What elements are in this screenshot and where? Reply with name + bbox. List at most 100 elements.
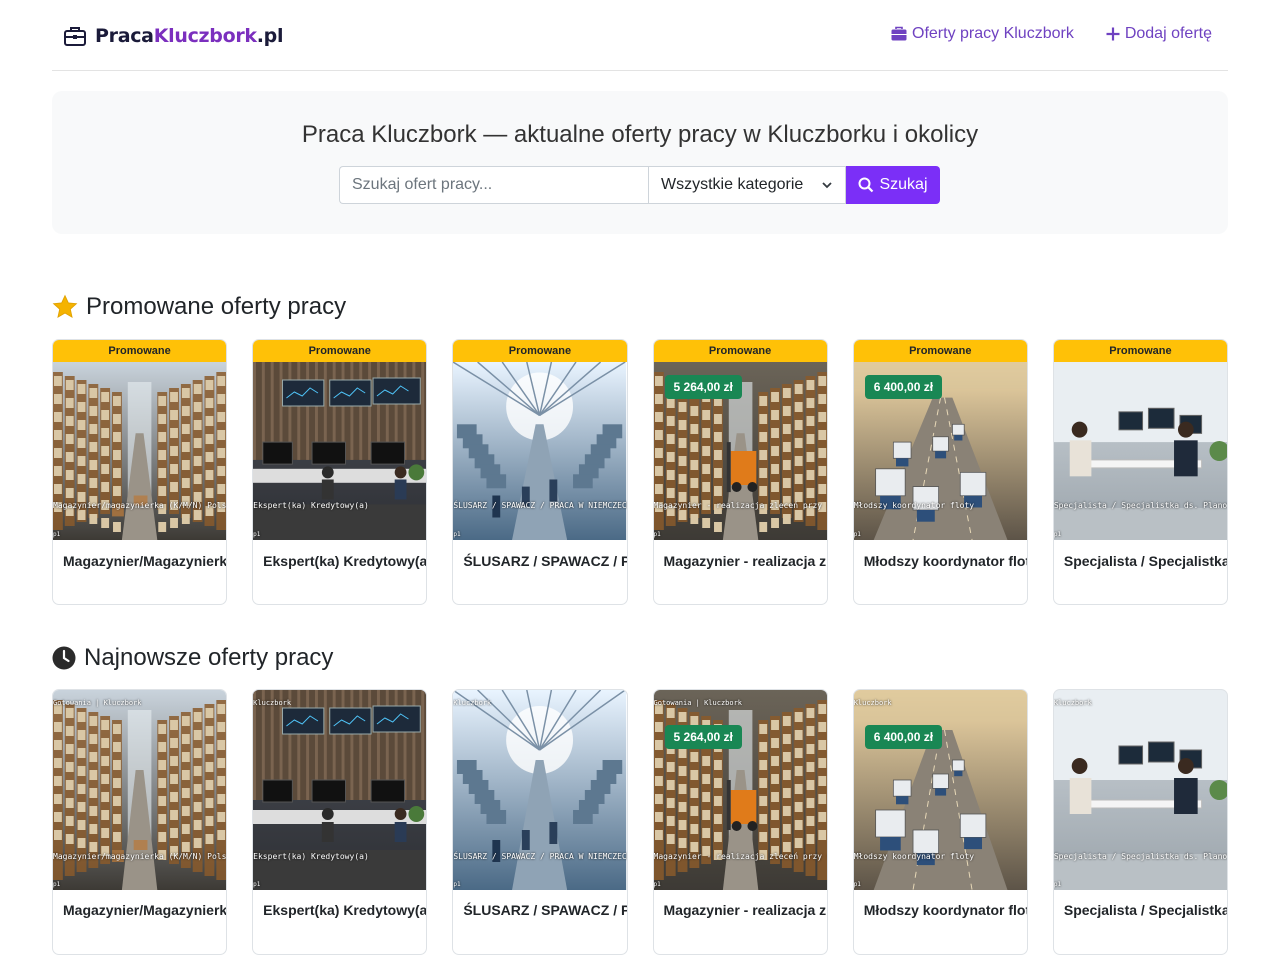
salary-badge: 5 264,00 zł [664, 375, 742, 399]
promoted-badge: Promowane [453, 340, 627, 362]
salary-badge: 6 400,00 zł [864, 375, 943, 399]
job-card[interactable]: Gotowania | Kluczbork 5 264,00 zł Magazyni… [652, 689, 828, 955]
job-card-title[interactable]: ŚLUSARZ / SPAWACZ / PRACA W NIEMCZECH [463, 902, 626, 918]
job-card[interactable]: Promowane Magazynier/magazynierka (K/M/N)… [52, 339, 228, 605]
job-card-image: Kluczbork ŚLUSARZ / SPAWACZ / PRACA W NIE… [453, 690, 627, 890]
search-form: Wszystkie kategorie Szukaj [339, 166, 940, 204]
job-card-image-footer: p1 [253, 881, 261, 888]
job-card-image-caption: Młodszy koordynator floty [853, 501, 975, 510]
page-title: Praca Kluczbork — aktualne oferty pracy … [301, 121, 979, 148]
job-card-image: Specjalista / Specjalistka ds. Planowani… [1053, 362, 1228, 540]
site-logo-text: PracaKluczbork.pl [95, 25, 283, 47]
job-card-image: Gotowania | Kluczbork Magazynier/magazyni… [53, 690, 227, 890]
job-card-image: Kluczbork Specjalista / Specjalistka ds. … [1053, 690, 1228, 890]
job-card-image-footer: p1 [53, 531, 61, 538]
job-card-image-footer: p1 [853, 531, 861, 538]
job-card[interactable]: Promowane Specjalista / Specjalistka ds. … [1052, 339, 1229, 605]
hero-search-panel: Praca Kluczbork — aktualne oferty pracy … [52, 91, 1228, 234]
job-card-image-caption: Młodszy koordynator floty [853, 852, 975, 861]
search-input[interactable] [339, 166, 648, 204]
promoted-badge: Promowane [853, 340, 1027, 362]
job-card-title[interactable]: Magazynier - realizacja zleceń [664, 553, 827, 569]
salary-badge: 6 400,00 zł [864, 725, 943, 749]
job-card-title[interactable]: ŚLUSARZ / SPAWACZ / PRACA W NIEMCZECH [463, 553, 626, 569]
search-button-label: Szukaj [879, 176, 928, 193]
latest-offers-grid: Gotowania | Kluczbork Magazynier/magazyni… [52, 689, 1229, 955]
job-card-title[interactable]: Specjalista / Specjalistka ds. Planowani… [1064, 902, 1227, 918]
job-card[interactable]: Promowane Ekspert(ka) Kredytowy(a) p1 Ekspe… [252, 339, 428, 605]
job-card-image-caption: Magazynier - realizacja zleceń przy sort… [653, 501, 827, 510]
job-card-image-location: Kluczbork [853, 699, 892, 707]
job-card[interactable]: Kluczbork 6 400,00 zł Młodszy koordynator … [852, 689, 1028, 955]
logo-part-praca: Praca [95, 25, 154, 47]
nav-add-offer-link[interactable]: Dodaj ofertę [1106, 22, 1212, 46]
job-card[interactable]: Promowane 5 264,00 zł Magazynier - realiza… [652, 339, 828, 605]
job-card-image-footer: p1 [653, 881, 661, 888]
site-header: PracaKluczbork.pl Oferty pracy Kluczbork… [52, 0, 1228, 71]
job-card[interactable]: Kluczbork Ekspert(ka) Kredytowy(a) p1 Ekspe… [252, 689, 428, 955]
promoted-badge: Promowane [653, 340, 827, 362]
job-card[interactable]: Promowane ŚLUSARZ / SPAWACZ / PRACA W NIE… [452, 339, 628, 605]
promoted-badge: Promowane [53, 340, 227, 362]
job-card-image-caption: Magazynier/magazynierka (K/M/N) Polskie … [53, 852, 227, 861]
job-card-title[interactable]: Magazynier/Magazynierka (K/M/N) [63, 553, 226, 569]
promoted-offers-grid: Promowane Magazynier/magazynierka (K/M/N)… [52, 339, 1229, 605]
nav-add-offer-label: Dodaj ofertę [1124, 25, 1212, 42]
clock-icon [52, 646, 76, 670]
job-card-image: 6 400,00 zł Młodszy koordynator floty p1 [853, 362, 1027, 540]
job-card-image-location: Kluczbork [1053, 699, 1092, 707]
category-select[interactable]: Wszystkie kategorie [648, 166, 846, 204]
search-icon [858, 177, 874, 193]
nav-offers-link[interactable]: Oferty pracy Kluczbork [891, 22, 1074, 46]
promoted-section-title: Promowane oferty pracy [52, 293, 346, 321]
salary-badge: 5 264,00 zł [664, 725, 742, 749]
promoted-badge: Promowane [253, 340, 427, 362]
main-nav: Oferty pracy Kluczbork Dodaj ofertę [859, 22, 1212, 46]
job-card-image-footer: p1 [1053, 881, 1062, 888]
latest-section-label: Najnowsze oferty pracy [84, 644, 334, 671]
job-card-title[interactable]: Magazynier - realizacja zleceń [664, 902, 827, 918]
category-select-value: Wszystkie kategorie [661, 176, 804, 193]
chevron-down-icon [822, 182, 832, 189]
job-card[interactable]: Kluczbork Specjalista / Specjalistka ds. … [1052, 689, 1229, 955]
job-card-title[interactable]: Młodszy koordynator floty [864, 902, 1027, 918]
job-card-image-caption: Magazynier - realizacja zleceń przy sort… [653, 852, 827, 861]
job-card-title[interactable]: Magazynier/Magazynierka (K/M/N) [63, 902, 226, 918]
star-icon [52, 294, 78, 320]
job-card[interactable]: Kluczbork ŚLUSARZ / SPAWACZ / PRACA W NIE… [452, 689, 628, 955]
job-card-image-footer: p1 [453, 531, 461, 538]
job-card[interactable]: Promowane 6 400,00 zł Młodszy koordynator … [852, 339, 1028, 605]
job-card-image-caption: Ekspert(ka) Kredytowy(a) [253, 852, 369, 861]
job-card-image: ŚLUSARZ / SPAWACZ / PRACA W NIEMCZECH p1 [453, 362, 627, 540]
job-card-title[interactable]: Specjalista / Specjalistka ds. Planowani… [1064, 553, 1227, 569]
search-button[interactable]: Szukaj [846, 166, 940, 204]
latest-section-title: Najnowsze oferty pracy [52, 644, 333, 672]
job-card-image: Gotowania | Kluczbork 5 264,00 zł Magazyni… [653, 690, 827, 890]
job-card-image-caption: Ekspert(ka) Kredytowy(a) [253, 501, 369, 510]
job-card-image-footer: p1 [53, 881, 61, 888]
job-card-image-footer: p1 [253, 531, 261, 538]
logo-part-kluczbork: Kluczbork [153, 25, 257, 47]
job-card-image: Ekspert(ka) Kredytowy(a) p1 [253, 362, 427, 540]
briefcase-icon [64, 27, 86, 46]
job-card-image-footer: p1 [1053, 531, 1062, 538]
job-card-image-caption: ŚLUSARZ / SPAWACZ / PRACA W NIEMCZECH [453, 501, 627, 510]
job-card-image-caption: Specjalista / Specjalistka ds. Planowani… [1053, 501, 1228, 510]
logo-part-tld: .pl [256, 25, 284, 47]
job-card-title[interactable]: Ekspert(ka) Kredytowy(a) [263, 902, 426, 918]
job-card-image-footer: p1 [853, 881, 861, 888]
job-card-title[interactable]: Młodszy koordynator floty [864, 553, 1027, 569]
site-logo[interactable]: PracaKluczbork.pl [63, 22, 283, 50]
promoted-section-label: Promowane oferty pracy [86, 293, 347, 320]
job-card-image-footer: p1 [653, 531, 661, 538]
job-card[interactable]: Gotowania | Kluczbork Magazynier/magazyni… [52, 689, 228, 955]
job-card-image-location: Kluczbork [453, 699, 492, 707]
job-card-image-location: Gotowania | Kluczbork [653, 699, 743, 707]
plus-icon [1106, 27, 1120, 41]
briefcase-icon [891, 26, 907, 42]
job-card-image: Kluczbork Ekspert(ka) Kredytowy(a) p1 [253, 690, 427, 890]
job-card-image: Magazynier/magazynierka (K/M/N) Polskie … [53, 362, 227, 540]
promoted-badge: Promowane [1053, 340, 1228, 362]
job-card-title[interactable]: Ekspert(ka) Kredytowy(a) [263, 553, 426, 569]
nav-offers-label: Oferty pracy Kluczbork [912, 25, 1074, 42]
